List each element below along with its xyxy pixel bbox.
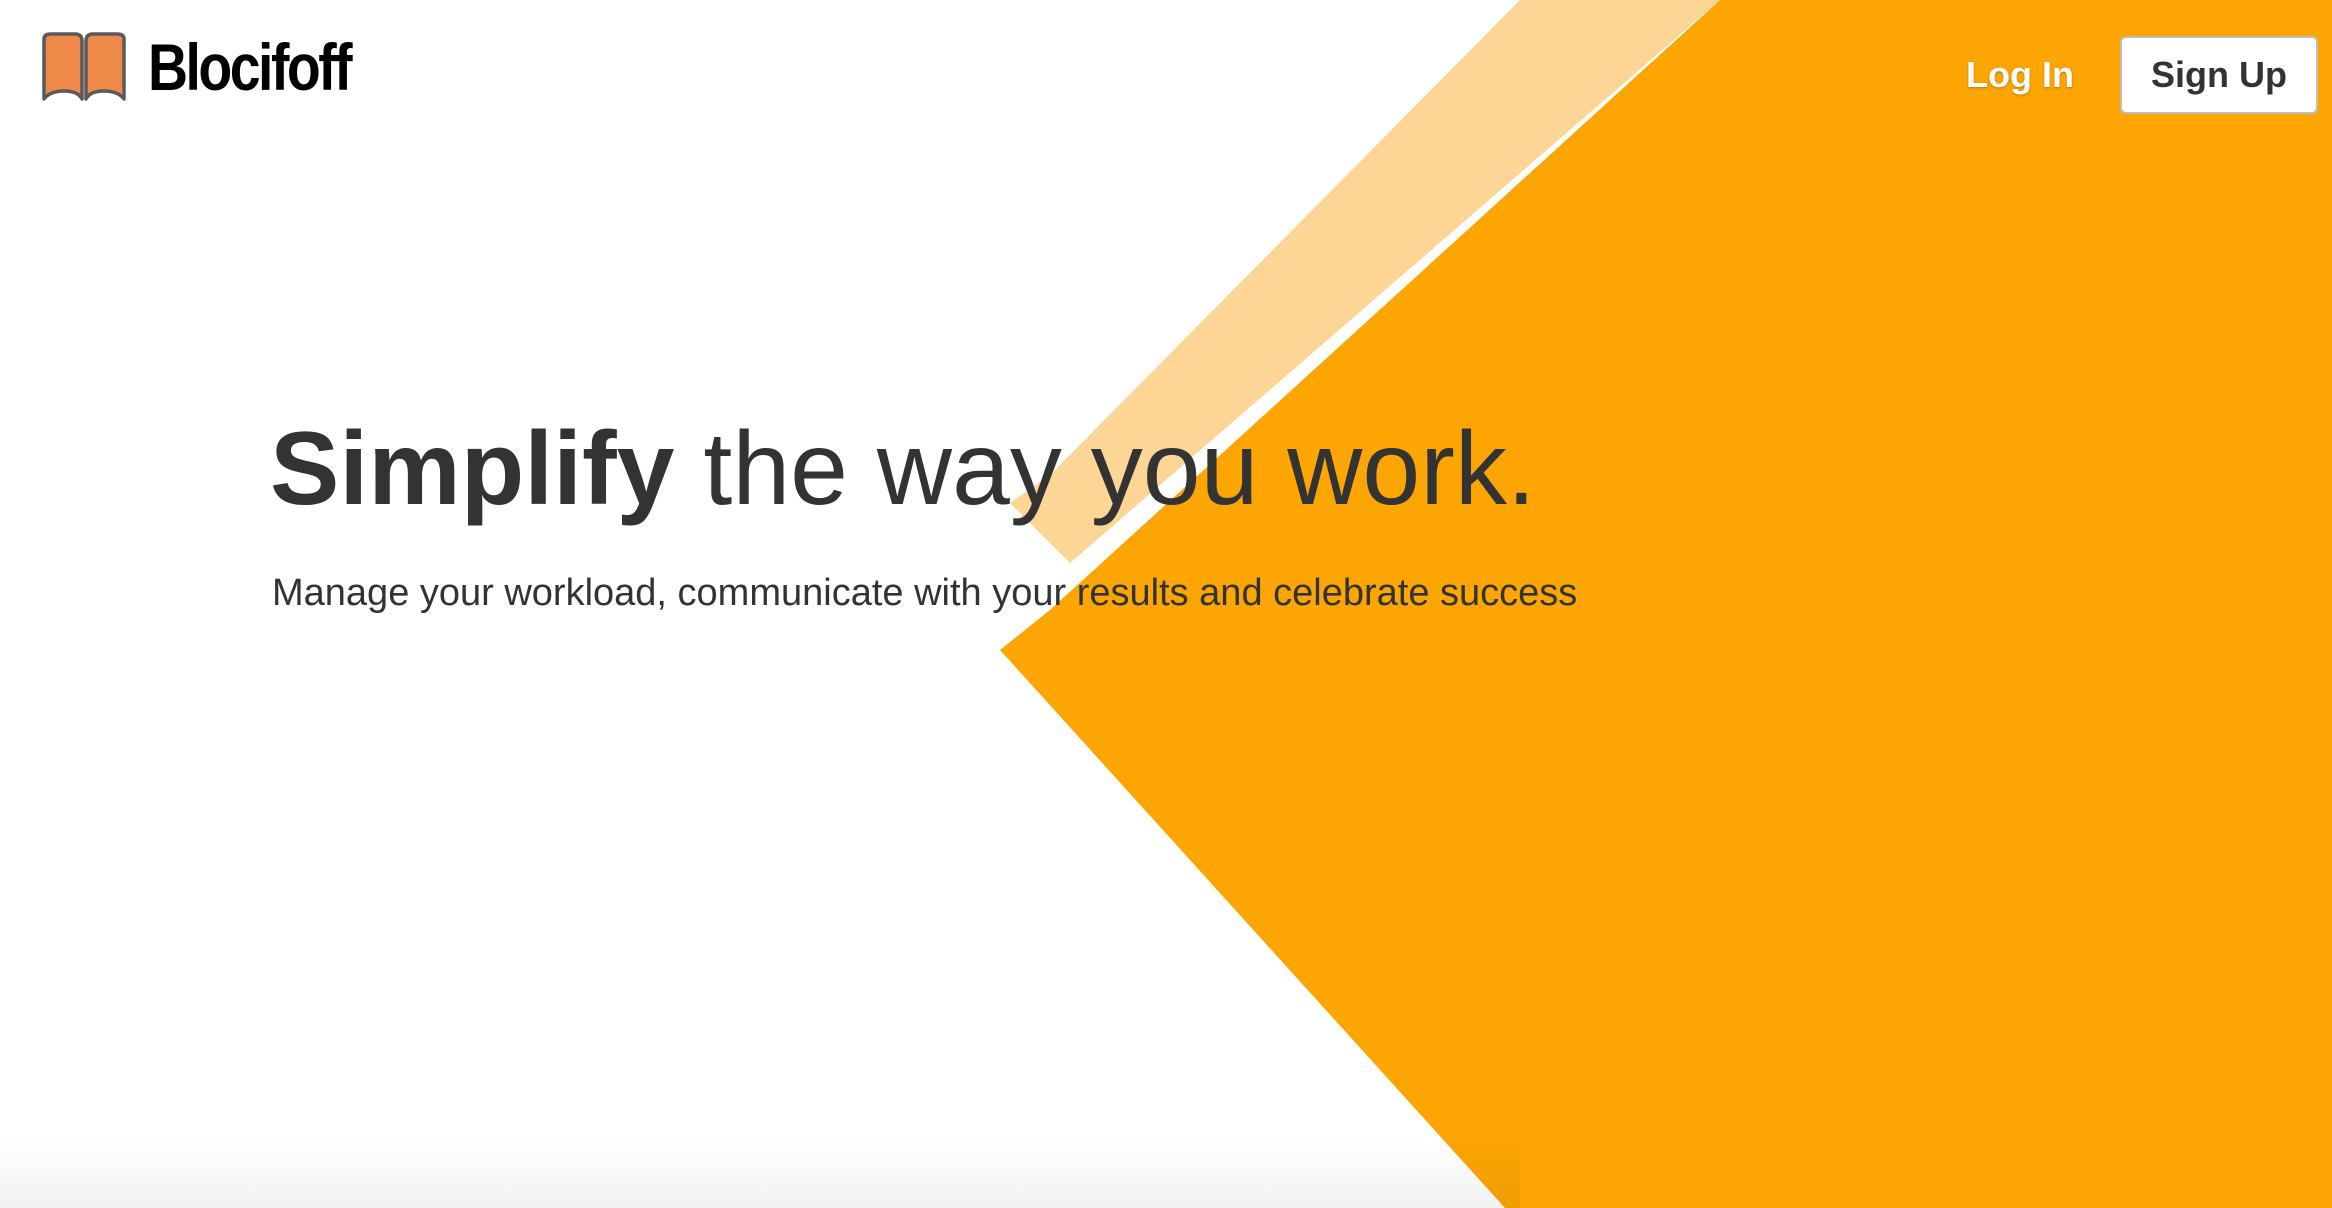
bottom-shadow	[0, 1138, 1520, 1208]
brand-name: Blocifoff	[148, 30, 353, 104]
open-book-icon	[42, 32, 126, 101]
login-link[interactable]: Log In	[1966, 54, 2074, 96]
hero-section: Simplify the way you work. Manage your w…	[270, 410, 2170, 615]
hero-subtitle: Manage your workload, communicate with y…	[272, 571, 1578, 614]
signup-button[interactable]: Sign Up	[2120, 36, 2318, 114]
hero-title-strong: Simplify	[270, 411, 675, 527]
hero-title-rest: the way you work.	[674, 411, 1536, 527]
brand[interactable]: Blocifoff	[40, 30, 389, 104]
hero-title: Simplify the way you work.	[270, 410, 2170, 530]
top-nav: Log In Sign Up	[1966, 36, 2318, 114]
site-header: Blocifoff Log In Sign Up	[0, 0, 2332, 150]
landing-page: Blocifoff Log In Sign Up Simplify the wa…	[0, 0, 2332, 1208]
